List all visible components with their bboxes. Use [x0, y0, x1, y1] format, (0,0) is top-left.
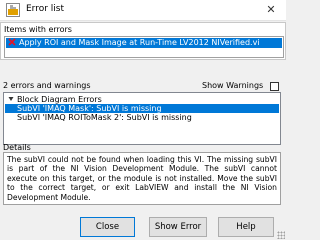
show-error-button[interactable]: Show Error [149, 217, 207, 237]
details-heading: Details [3, 143, 31, 152]
close-button[interactable]: Close [80, 217, 135, 237]
tree-row[interactable]: SubVI 'IMAQ ROIToMask 2': SubVI is missi… [5, 113, 279, 122]
errors-tree[interactable]: Block Diagram Errors SubVI 'IMAQ Mask': … [3, 92, 281, 145]
list-item-label: Apply ROI and Mask Image at Run-Time LV2… [19, 38, 260, 47]
window-title: Error list [26, 4, 65, 14]
tree-group-label: Block Diagram Errors [17, 95, 102, 104]
list-item[interactable]: Apply ROI and Mask Image at Run-Time LV2… [6, 38, 282, 48]
collapse-chevron-icon[interactable] [8, 96, 14, 102]
details-text-box: The subVI could not be found when loadin… [3, 152, 281, 205]
error-x-icon [8, 38, 16, 46]
show-warnings-label: Show Warnings [202, 81, 264, 90]
items-with-errors-list[interactable]: Apply ROI and Mask Image at Run-Time LV2… [4, 36, 284, 58]
errors-count-heading: 2 errors and warnings [3, 81, 91, 90]
items-with-errors-heading: Items with errors [4, 25, 72, 34]
close-window-icon[interactable]: ✕ [256, 0, 286, 20]
title-bar: Error list ✕ [0, 0, 286, 21]
labview-app-icon [6, 3, 20, 17]
tree-row[interactable]: SubVI 'IMAQ Mask': SubVI is missing [5, 104, 279, 113]
tree-row-label: SubVI 'IMAQ ROIToMask 2': SubVI is missi… [17, 113, 192, 122]
tree-group-row[interactable]: Block Diagram Errors [5, 95, 279, 104]
show-warnings-checkbox[interactable] [270, 82, 279, 91]
tree-row-label: SubVI 'IMAQ Mask': SubVI is missing [17, 104, 162, 113]
details-text: The subVI could not be found when loadin… [7, 155, 277, 202]
items-with-errors-panel: Items with errors Apply ROI and Mask Ima… [0, 22, 286, 60]
resize-grip-icon[interactable] [277, 231, 285, 239]
help-button[interactable]: Help [218, 217, 274, 237]
